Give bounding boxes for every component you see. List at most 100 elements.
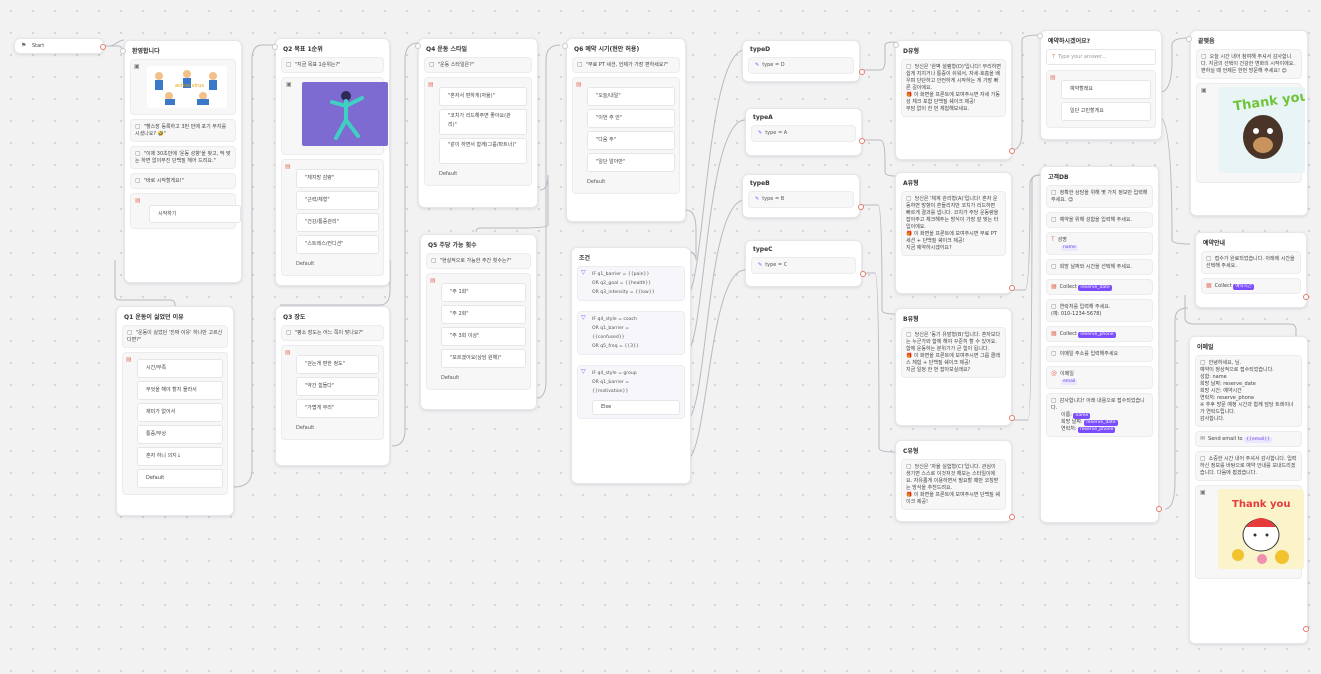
choice-option[interactable]: "주 1회" [441, 283, 526, 302]
choice-option[interactable]: 시간/부족 [137, 359, 223, 378]
node-q2[interactable]: Q2 목표 1순위 ▢ "지금 목표 1순위는?" ▣ ▤ "체지방 감량" "근… [275, 38, 390, 286]
node-result-C[interactable]: C유형 ▢ 당신은 '자율 실험형(C)'입니다. 관심이 생기면 스스로 이것저… [895, 440, 1012, 522]
node-customer-db[interactable]: 고객DB ▢ 정확한 상담을 위해 몇 가지 정보만 입력해 주세요. 😊 ▢ 예약… [1040, 166, 1159, 523]
choice-option[interactable]: "다음 주" [587, 131, 675, 150]
default-option[interactable]: Default [439, 168, 527, 180]
message-text: 예약을 위해 성함을 입력해 주세요. [1059, 217, 1133, 223]
node-result-A[interactable]: A유형 ▢ 당신은 '체계 관리형(A)'입니다! 혼자 운동하면 방향이 흔들리… [895, 172, 1012, 294]
choice-option[interactable]: "주 2회" [441, 305, 526, 324]
condition-line: OR q1_barrier = [592, 326, 630, 331]
choice-option[interactable]: 혼자 하니 의지↓ [137, 447, 223, 466]
choice-option[interactable]: "혼자서 편하게(자율)" [439, 87, 527, 106]
choice-option[interactable]: "걷는게 편한 정도" [296, 355, 379, 374]
text-input-icon: T [1051, 236, 1055, 243]
variable-tag: email [1061, 379, 1078, 385]
node-title: Q5 주당 가능 횟수 [428, 242, 477, 249]
choice-option[interactable]: "주 3회 이상" [441, 327, 526, 346]
choice-option[interactable]: "건강/통증관리" [296, 213, 379, 232]
node-result-D[interactable]: D유형 ▢ 당신은 '완벽 설렘형(D)'입니다! 무리하면 쉽게 지치거나 통증… [895, 40, 1012, 160]
node-q5[interactable]: Q5 주당 가능 횟수 ▢ "현실적으로 가능한 주간 횟수는?" ▤ "주 1회… [420, 234, 537, 410]
choice-option[interactable]: "이번 주 안" [587, 109, 675, 128]
default-option[interactable]: Default [296, 258, 379, 270]
condition-group[interactable]: ▽ IF q4_style = group OR q1_barrier = {{… [577, 365, 685, 419]
output-port[interactable] [1303, 626, 1309, 632]
choice-option[interactable]: 무엇을 해야 할지 몰라서 [137, 381, 223, 400]
choice-option-later[interactable]: 일단 고민할게요 [1061, 102, 1151, 121]
choice-option[interactable]: "약간 힘들다" [296, 377, 379, 396]
output-port[interactable] [1009, 285, 1015, 291]
message-icon: ▢ [1051, 189, 1057, 196]
input-port[interactable] [562, 43, 568, 49]
node-typeA[interactable]: typeA ✎ type = A [745, 108, 862, 156]
output-port[interactable] [1009, 514, 1015, 520]
choice-option-reserve[interactable]: 예약할래요 [1061, 80, 1151, 99]
answer-input[interactable]: T Type your answer... [1046, 49, 1156, 65]
choice-option[interactable]: "스트레스/컨디션" [296, 235, 379, 254]
input-port[interactable] [415, 43, 421, 49]
variable-block: ✎ type = A [751, 125, 856, 142]
node-reserve-guide[interactable]: 예약안내 ▢ 접수가 완료되었습니다. 아래에 시간을 선택해 주세요. ▦ Col… [1195, 232, 1307, 308]
choice-option[interactable]: "일단 알아만" [587, 153, 675, 172]
choice-option[interactable]: 재미가 없어서 [137, 403, 223, 422]
output-port[interactable] [1009, 148, 1015, 154]
node-reserve-ask[interactable]: 예약하시겠어요? T Type your answer... ▤ 예약할래요 일단… [1040, 30, 1162, 140]
output-port[interactable] [860, 271, 866, 277]
input-port[interactable] [893, 42, 899, 48]
input-port[interactable] [120, 48, 126, 54]
node-q6[interactable]: Q6 예약 시기(현안 허용) ▢ "무료 PT 세션, 언제가 가장 편하세요?… [566, 38, 686, 222]
choice-option[interactable]: "모르겠어요(상담 원해)" [441, 349, 526, 368]
message-icon: ▢ [127, 329, 133, 336]
input-port[interactable] [272, 44, 278, 50]
variable-tag: {{email}} [1244, 437, 1273, 443]
node-title: 끝맺음 [1198, 38, 1215, 45]
node-title: typeB [750, 180, 770, 187]
output-port[interactable] [858, 204, 864, 210]
start-label: Start [31, 43, 45, 49]
default-option[interactable]: Default [587, 176, 675, 188]
condition-group[interactable]: ▽ IF q1_barrier = {{pain}} OR q2_goal = … [577, 266, 685, 301]
output-port[interactable] [1156, 506, 1162, 512]
default-option[interactable]: Default [441, 372, 526, 384]
else-option[interactable]: Else [592, 400, 680, 415]
output-port[interactable] [859, 138, 865, 144]
default-option[interactable]: Default [137, 469, 223, 488]
message-icon: ▢ [1206, 255, 1212, 262]
node-condition[interactable]: 조건 ▽ IF q1_barrier = {{pain}} OR q2_goal… [571, 247, 691, 484]
start-node[interactable]: ⚑ Start [14, 38, 106, 54]
message-icon: ▢ [135, 177, 141, 184]
node-result-B[interactable]: B유형 ▢ 당신은 '동기 유발형(B)'입니다. 혼자보다는 누군가와 함께 해… [895, 308, 1012, 426]
message-block: ▢ "지금 목표 1순위는?" [281, 57, 384, 73]
condition-group[interactable]: ▽ IF q4_style = coach OR q1_barrier = {{… [577, 311, 685, 355]
output-port[interactable] [859, 69, 865, 75]
choice-option[interactable]: "같이 하면서 함께(그룹/파트너)" [439, 138, 527, 164]
output-port[interactable] [1009, 415, 1015, 421]
output-port[interactable] [1303, 294, 1309, 300]
start-output-port[interactable] [100, 44, 106, 50]
choice-option[interactable]: "근력/체형" [296, 191, 379, 210]
node-q3[interactable]: Q3 장도 ▢ "평소 장도는 어느 쪽이 맞나요?" ▤ "걷는게 편한 정도"… [275, 306, 390, 466]
variable-tag: reserve_date [1078, 285, 1112, 291]
node-typeD[interactable]: typeD ✎ type = D [742, 40, 860, 82]
node-email[interactable]: 이메일 ▢ 안녕하세요, 님. 예약이 정상적으로 접수되었습니다. 성함: na… [1189, 336, 1308, 644]
input-port[interactable] [1037, 33, 1043, 39]
choice-option[interactable]: "코치가 리드해주면 좋아요(관리)" [439, 109, 527, 135]
message-icon: ▢ [286, 61, 292, 68]
choice-option[interactable]: "가볍게 무리" [296, 399, 379, 418]
node-q4[interactable]: Q4 운동 스타일 ▢ "운동 스타일은?" ▤ "혼자서 편하게(자율)" "코… [418, 38, 538, 208]
variable-block: ✎ type = D [748, 57, 854, 74]
node-welcome[interactable]: 환영합니다 ▣ active virus ▢ "헬스장 등록하고 3번 만에 포기… [124, 40, 242, 283]
message-text: "바로 시작할게요!" [143, 178, 185, 184]
node-q1[interactable]: Q1 운동이 싫었던 이유 ▢ "운동이 싫었던 '진짜 이유' 하나만 고르신다… [116, 306, 234, 516]
variable-tag: 예약시간 [1233, 284, 1254, 290]
default-option[interactable]: Default [296, 422, 379, 434]
variable-block: ✎ type = C [751, 257, 856, 274]
message-icon: ▢ [906, 63, 912, 70]
node-typeC[interactable]: typeC ✎ type = C [745, 240, 862, 287]
node-closing[interactable]: 끝맺음 ▢ 오늘 시간 내어 참여해 주셔서 감사합니다. 지금의 선택이 건강한… [1190, 30, 1308, 216]
choice-option[interactable]: "체지방 감량" [296, 169, 379, 188]
choice-option[interactable]: 통증/부상 [137, 425, 223, 444]
input-port[interactable] [1186, 36, 1192, 42]
start-button[interactable]: 시작하기 [149, 205, 241, 223]
choice-option[interactable]: "오늘/내일" [587, 87, 675, 106]
node-typeB[interactable]: typeB ✎ type = B [742, 174, 860, 218]
